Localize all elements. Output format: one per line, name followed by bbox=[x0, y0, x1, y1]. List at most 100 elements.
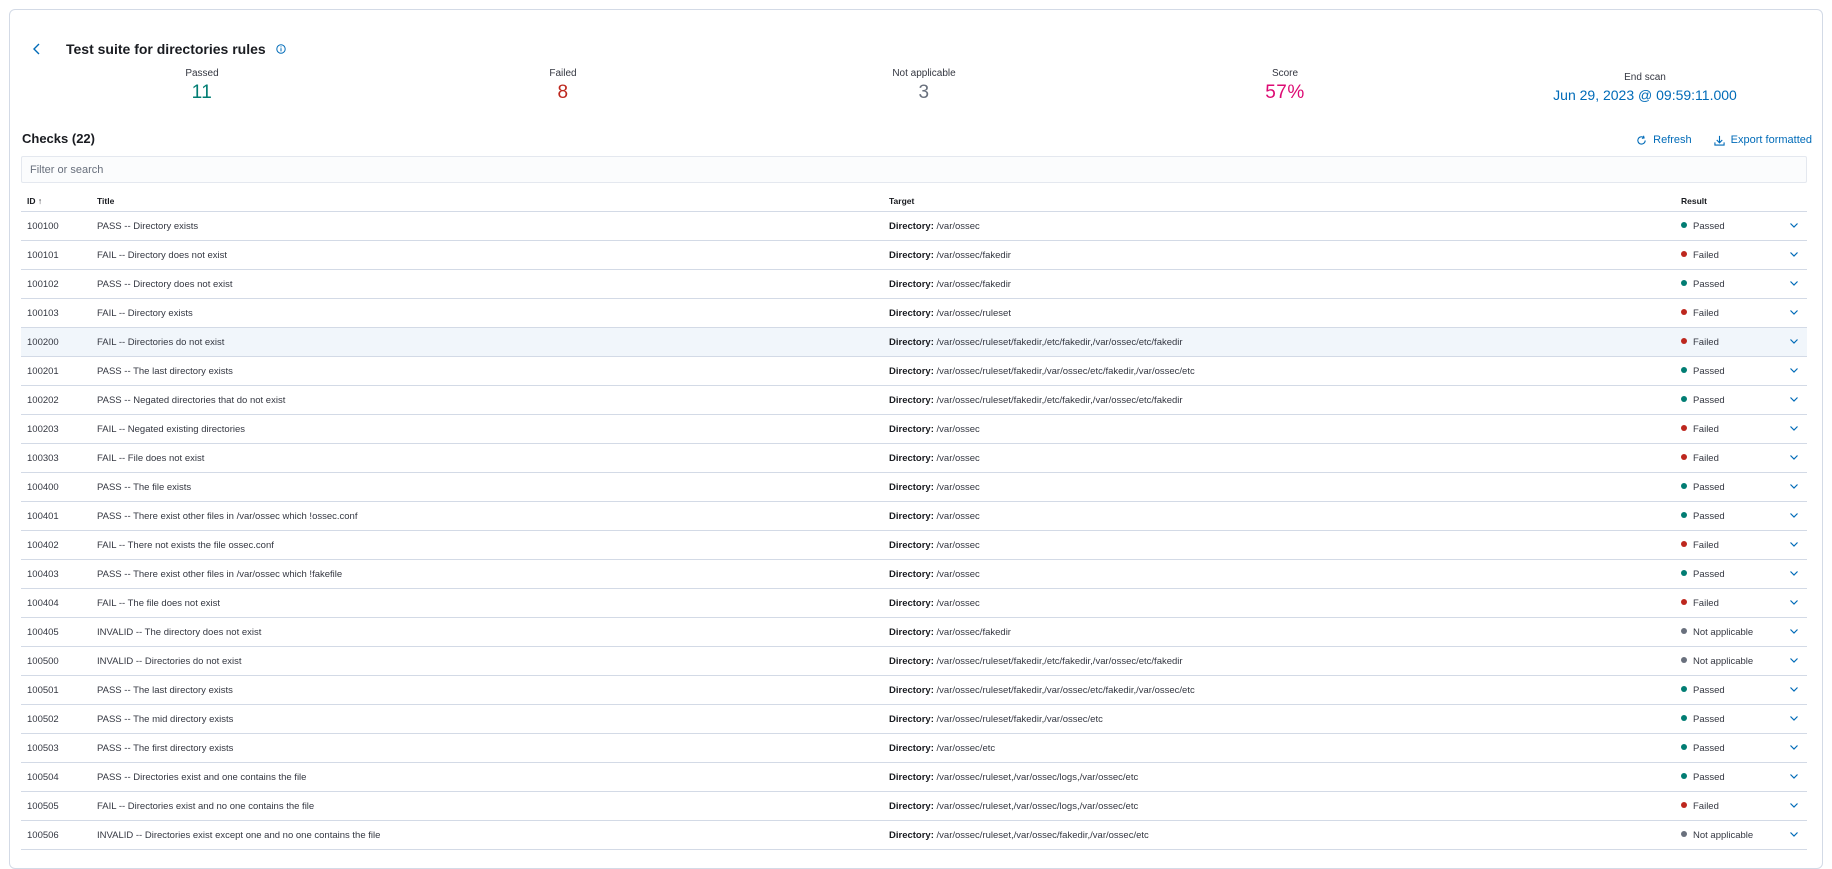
expand-row-button[interactable] bbox=[1783, 675, 1807, 705]
cell-title: FAIL -- File does not exist bbox=[91, 443, 883, 473]
cell-id: 100200 bbox=[21, 327, 91, 357]
target-label: Directory: bbox=[889, 713, 934, 725]
expand-row-button[interactable] bbox=[1783, 269, 1807, 299]
expand-row-button[interactable] bbox=[1783, 356, 1807, 386]
expand-row-button[interactable] bbox=[1783, 472, 1807, 502]
expand-row-button[interactable] bbox=[1783, 443, 1807, 473]
cell-title: PASS -- The last directory exists bbox=[91, 356, 883, 386]
expand-row-button[interactable] bbox=[1783, 762, 1807, 792]
table-row[interactable]: 100502 PASS -- The mid directory exists Di… bbox=[21, 704, 1807, 734]
cell-title: PASS -- The mid directory exists bbox=[91, 704, 883, 734]
expand-row-button[interactable] bbox=[1783, 646, 1807, 676]
cell-result: Failed bbox=[1675, 530, 1783, 560]
table-row[interactable]: 100402 FAIL -- There not exists the file … bbox=[21, 530, 1807, 560]
expand-row-button[interactable] bbox=[1783, 414, 1807, 444]
table-row[interactable]: 100404 FAIL -- The file does not exist Dir… bbox=[21, 588, 1807, 618]
table-row[interactable]: 100500 INVALID -- Directories do not exis… bbox=[21, 646, 1807, 676]
expand-row-button[interactable] bbox=[1783, 327, 1807, 357]
search-input[interactable] bbox=[21, 156, 1807, 183]
column-header-id[interactable]: ID ↑ bbox=[21, 191, 91, 212]
expand-row-button[interactable] bbox=[1783, 588, 1807, 618]
cell-id: 100402 bbox=[21, 530, 91, 560]
expand-row-button[interactable] bbox=[1783, 385, 1807, 415]
result-value: Passed bbox=[1693, 365, 1725, 377]
back-button[interactable] bbox=[22, 34, 52, 64]
table-row[interactable]: 100101 FAIL -- Directory does not exist Di… bbox=[21, 240, 1807, 270]
table-row[interactable]: 100200 FAIL -- Directories do not exist Di… bbox=[21, 327, 1807, 357]
target-label: Directory: bbox=[889, 829, 934, 841]
table-row[interactable]: 100400 PASS -- The file exists Directory: … bbox=[21, 472, 1807, 502]
target-value: /var/ossec/ruleset/fakedir,/etc/fakedir,… bbox=[936, 394, 1183, 406]
stat-label: Not applicable bbox=[892, 68, 956, 79]
expand-row-button[interactable] bbox=[1783, 617, 1807, 647]
table-row[interactable]: 100100 PASS -- Directory exists Directory:… bbox=[21, 211, 1807, 241]
expand-row-button[interactable] bbox=[1783, 559, 1807, 589]
table-row[interactable]: 100102 PASS -- Directory does not exist Di… bbox=[21, 269, 1807, 299]
cell-target: Directory: /var/ossec/ruleset,/var/ossec… bbox=[883, 791, 1675, 821]
table-header-row: ID ↑ Title Target Result bbox=[21, 191, 1807, 212]
target-label: Directory: bbox=[889, 626, 934, 638]
table-row[interactable]: 100403 PASS -- There exist other files in… bbox=[21, 559, 1807, 589]
chevron-down-icon bbox=[1790, 338, 1798, 344]
chevron-down-icon bbox=[1790, 425, 1798, 431]
result-value: Failed bbox=[1693, 452, 1719, 464]
expand-row-button[interactable] bbox=[1783, 298, 1807, 328]
table-row[interactable]: 100401 PASS -- There exist other files in… bbox=[21, 501, 1807, 531]
export-formatted-button[interactable]: Export formatted bbox=[1714, 134, 1812, 146]
expand-row-button[interactable] bbox=[1783, 501, 1807, 531]
refresh-button[interactable]: Refresh bbox=[1636, 134, 1692, 146]
target-value: /var/ossec/etc bbox=[936, 742, 996, 754]
table-row[interactable]: 100504 PASS -- Directories exist and one … bbox=[21, 762, 1807, 792]
expand-row-button[interactable] bbox=[1783, 791, 1807, 821]
cell-result: Failed bbox=[1675, 298, 1783, 328]
target-label: Directory: bbox=[889, 220, 934, 232]
target-value: /var/ossec/ruleset,/var/ossec/fakedir,/v… bbox=[936, 829, 1149, 841]
page-header: Test suite for directories rules bbox=[22, 34, 286, 64]
column-header-result[interactable]: Result bbox=[1675, 191, 1783, 212]
chevron-down-icon bbox=[1790, 570, 1798, 576]
cell-result: Passed bbox=[1675, 269, 1783, 299]
table-row[interactable]: 100303 FAIL -- File does not exist Directo… bbox=[21, 443, 1807, 473]
stat-value: 11 bbox=[191, 82, 213, 103]
table-row[interactable]: 100103 FAIL -- Directory exists Directory:… bbox=[21, 298, 1807, 328]
cell-id: 100504 bbox=[21, 762, 91, 792]
status-dot-icon bbox=[1681, 424, 1687, 431]
column-header-title[interactable]: Title bbox=[91, 191, 883, 212]
scan-panel: Test suite for directories rules Passed … bbox=[9, 9, 1823, 869]
info-icon[interactable] bbox=[276, 44, 286, 54]
table-row[interactable]: 100506 INVALID -- Directories exist excep… bbox=[21, 820, 1807, 850]
result-value: Failed bbox=[1693, 539, 1719, 551]
chevron-down-icon bbox=[1790, 512, 1798, 518]
table-row[interactable]: 100405 INVALID -- The directory does not … bbox=[21, 617, 1807, 647]
table-row[interactable]: 100503 PASS -- The first directory exists… bbox=[21, 733, 1807, 763]
stat-label: Score bbox=[1271, 68, 1299, 79]
stat-failed: Failed 8 bbox=[423, 68, 703, 104]
page-title: Test suite for directories rules bbox=[66, 41, 266, 57]
cell-target: Directory: /var/ossec bbox=[883, 443, 1675, 473]
cell-result: Passed bbox=[1675, 211, 1783, 241]
cell-id: 100500 bbox=[21, 646, 91, 676]
target-value: /var/ossec/ruleset,/var/ossec/logs,/var/… bbox=[936, 800, 1139, 812]
cell-target: Directory: /var/ossec bbox=[883, 530, 1675, 560]
cell-result: Failed bbox=[1675, 588, 1783, 618]
table-row[interactable]: 100505 FAIL -- Directories exist and no o… bbox=[21, 791, 1807, 821]
cell-result: Passed bbox=[1675, 733, 1783, 763]
column-header-target[interactable]: Target bbox=[883, 191, 1675, 212]
cell-result: Not applicable bbox=[1675, 820, 1783, 850]
expand-row-button[interactable] bbox=[1783, 704, 1807, 734]
cell-id: 100506 bbox=[21, 820, 91, 850]
expand-row-button[interactable] bbox=[1783, 820, 1807, 850]
stat-value: Jun 29, 2023 @ 09:59:11.000 bbox=[1553, 87, 1737, 103]
status-dot-icon bbox=[1681, 395, 1687, 402]
table-row[interactable]: 100501 PASS -- The last directory exists D… bbox=[21, 675, 1807, 705]
cell-target: Directory: /var/ossec bbox=[883, 501, 1675, 531]
table-row[interactable]: 100202 PASS -- Negated directories that d… bbox=[21, 385, 1807, 415]
result-value: Failed bbox=[1693, 336, 1719, 348]
chevron-down-icon bbox=[1790, 744, 1798, 750]
expand-row-button[interactable] bbox=[1783, 240, 1807, 270]
expand-row-button[interactable] bbox=[1783, 211, 1807, 241]
expand-row-button[interactable] bbox=[1783, 733, 1807, 763]
table-row[interactable]: 100203 FAIL -- Negated existing directori… bbox=[21, 414, 1807, 444]
expand-row-button[interactable] bbox=[1783, 530, 1807, 560]
table-row[interactable]: 100201 PASS -- The last directory exists D… bbox=[21, 356, 1807, 386]
